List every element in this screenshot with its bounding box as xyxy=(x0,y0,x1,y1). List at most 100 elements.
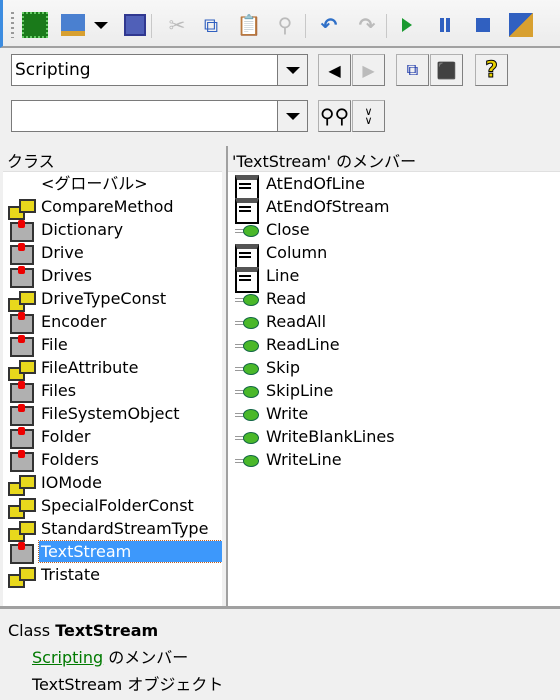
search-combo[interactable] xyxy=(11,100,288,132)
class-item-label: Drive xyxy=(41,243,84,262)
class-item[interactable]: Drive xyxy=(3,241,222,265)
forward-icon: ▶ xyxy=(362,60,375,80)
class-icon xyxy=(7,426,34,449)
property-icon xyxy=(232,174,259,201)
save-icon[interactable] xyxy=(121,10,149,40)
member-item-label: AtEndOfLine xyxy=(266,174,365,193)
toggle-search-results-button[interactable]: ∨ ∨ xyxy=(352,100,385,132)
member-item-label: Close xyxy=(266,220,310,239)
class-icon xyxy=(7,403,34,426)
design-mode-icon[interactable] xyxy=(507,10,535,40)
toolbar-grip[interactable] xyxy=(11,12,14,38)
back-button[interactable]: ◀ xyxy=(318,54,351,86)
class-item[interactable]: Dictionary xyxy=(3,218,222,242)
class-item[interactable]: CompareMethod xyxy=(3,195,222,220)
enum-icon xyxy=(7,496,36,519)
copy-icon[interactable]: ⧉ xyxy=(197,10,225,40)
member-item-label: WriteBlankLines xyxy=(266,427,395,446)
stop-icon[interactable] xyxy=(469,10,497,40)
library-dropdown-button[interactable] xyxy=(277,54,308,86)
method-icon xyxy=(232,358,259,378)
class-item[interactable]: FileSystemObject xyxy=(3,402,222,426)
member-item[interactable]: Skip xyxy=(228,356,560,379)
class-item-label: FileAttribute xyxy=(41,358,139,377)
member-item-label: Skip xyxy=(266,358,301,377)
search-button[interactable]: ⚲⚲ xyxy=(318,100,351,132)
member-item[interactable]: Close xyxy=(228,218,560,241)
member-item-label: Write xyxy=(266,404,309,423)
member-item[interactable]: AtEndOfStream xyxy=(228,195,560,224)
run-icon[interactable] xyxy=(393,10,421,40)
method-icon xyxy=(232,335,259,355)
members-list: AtEndOfLine AtEndOfStream Close Column Line R… xyxy=(228,172,560,471)
member-item[interactable]: AtEndOfLine xyxy=(228,172,560,201)
userform-icon[interactable] xyxy=(59,10,87,40)
chevron-down-icon xyxy=(285,112,300,120)
class-item[interactable]: IOMode xyxy=(3,471,222,496)
class-item[interactable]: DriveTypeConst xyxy=(3,287,222,312)
method-icon xyxy=(232,220,259,240)
search-dropdown-button[interactable] xyxy=(277,100,308,132)
cut-icon[interactable]: ✂ xyxy=(163,10,191,40)
class-item-label: FileSystemObject xyxy=(41,404,180,423)
member-item[interactable]: Column xyxy=(228,241,560,270)
member-item[interactable]: WriteBlankLines xyxy=(228,425,560,448)
library-link[interactable]: Scripting xyxy=(32,648,103,667)
paste-icon[interactable]: 📋 xyxy=(235,10,263,40)
find-icon[interactable]: ⚲ xyxy=(271,10,299,40)
member-item[interactable]: SkipLine xyxy=(228,379,560,402)
details-kind: Class xyxy=(8,621,51,640)
class-icon xyxy=(7,219,34,242)
property-icon xyxy=(232,197,259,224)
redo-icon[interactable]: ↷ xyxy=(353,10,381,40)
library-combo[interactable]: Scripting xyxy=(11,54,288,86)
help-icon: ? xyxy=(485,57,499,83)
copy-clipboard-icon: ⧉ xyxy=(406,60,419,79)
method-icon xyxy=(232,404,259,424)
method-icon xyxy=(232,427,259,447)
member-item[interactable]: Write xyxy=(228,402,560,425)
classes-header: クラス xyxy=(3,146,222,172)
class-item-label: Folders xyxy=(41,450,99,469)
class-icon xyxy=(7,541,34,564)
class-icon xyxy=(7,311,34,334)
member-item[interactable]: Line xyxy=(228,264,560,293)
details-description: TextStream オブジェクト xyxy=(32,675,224,694)
member-item[interactable]: WriteLine xyxy=(228,448,560,471)
class-item[interactable]: TextStream xyxy=(3,540,223,564)
class-item[interactable]: Tristate xyxy=(3,563,222,588)
members-header: 'TextStream' のメンバー xyxy=(228,146,560,172)
class-icon xyxy=(7,242,34,265)
class-item[interactable]: <グローバル> xyxy=(3,172,222,195)
member-item-label: AtEndOfStream xyxy=(266,197,390,216)
details-name: TextStream xyxy=(55,621,159,640)
class-item[interactable]: Folders xyxy=(3,448,222,472)
class-item[interactable]: File xyxy=(3,333,222,357)
pause-icon[interactable] xyxy=(431,10,459,40)
class-item-label: SpecialFolderConst xyxy=(41,496,194,515)
help-button[interactable]: ? xyxy=(475,54,508,86)
method-icon xyxy=(232,381,259,401)
copy-to-clipboard-button[interactable]: ⧉ xyxy=(396,54,429,86)
view-definition-button[interactable]: ⬛ xyxy=(430,54,463,86)
forward-button[interactable]: ▶ xyxy=(352,54,385,86)
class-item[interactable]: Encoder xyxy=(3,310,222,334)
class-item[interactable]: Files xyxy=(3,379,222,403)
class-item[interactable]: Drives xyxy=(3,264,222,288)
member-item[interactable]: ReadAll xyxy=(228,310,560,333)
dropdown-icon[interactable] xyxy=(93,10,109,40)
class-item[interactable]: SpecialFolderConst xyxy=(3,494,222,519)
enum-icon xyxy=(7,358,36,381)
class-item[interactable]: Folder xyxy=(3,425,222,449)
excel-icon[interactable] xyxy=(21,10,49,40)
member-of-label: のメンバー xyxy=(108,648,189,667)
member-item[interactable]: Read xyxy=(228,287,560,310)
member-item[interactable]: ReadLine xyxy=(228,333,560,356)
class-item[interactable]: FileAttribute xyxy=(3,356,222,381)
class-item-label: Folder xyxy=(41,427,91,446)
undo-icon[interactable]: ↶ xyxy=(315,10,343,40)
class-item[interactable]: StandardStreamType xyxy=(3,517,222,542)
class-item-label: Encoder xyxy=(41,312,107,331)
class-item-label: StandardStreamType xyxy=(41,519,209,538)
class-item-label: Drives xyxy=(41,266,92,285)
